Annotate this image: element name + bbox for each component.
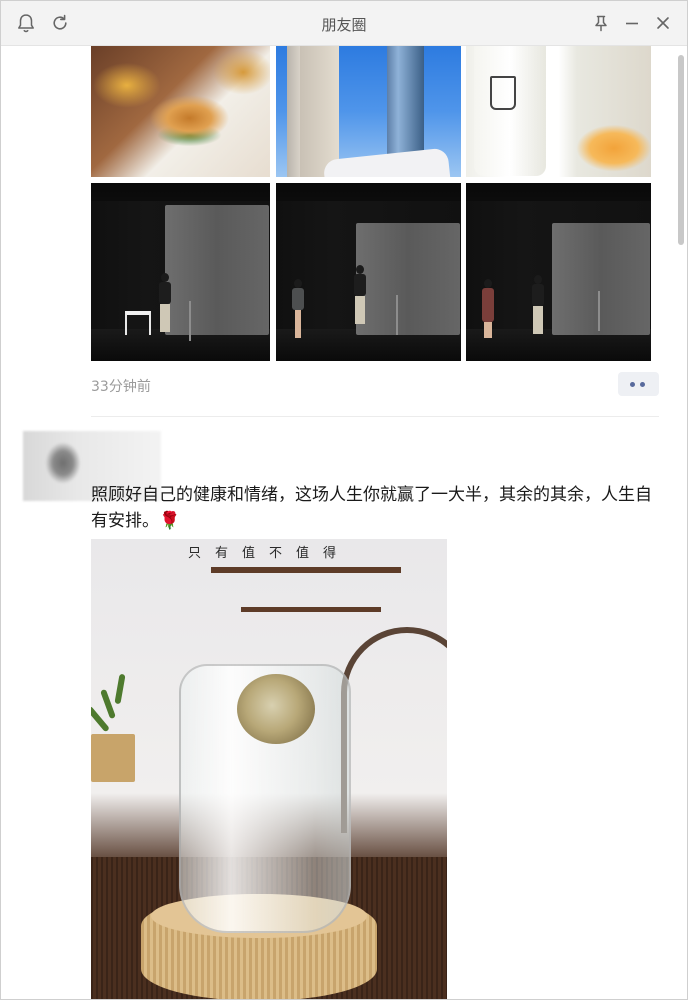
mic-stand xyxy=(189,301,191,341)
cup-logo xyxy=(490,76,516,110)
stage-photo-1[interactable] xyxy=(91,183,270,361)
performer xyxy=(480,279,496,341)
mic-stand xyxy=(396,295,398,335)
stool xyxy=(125,311,151,335)
post-divider xyxy=(91,416,659,417)
plant-leaf xyxy=(100,688,116,720)
performer xyxy=(352,265,368,327)
more-dot-icon xyxy=(640,382,645,387)
burger-fries-photo[interactable] xyxy=(91,46,270,177)
curtain xyxy=(165,205,269,335)
performer xyxy=(290,279,306,341)
title-bar: 朋友圈 xyxy=(1,1,687,46)
mic-stand xyxy=(598,291,600,331)
shelf xyxy=(241,607,381,612)
image-caption: 只有值不值得 xyxy=(187,546,350,561)
tea-glass-photo[interactable]: 只有值不值得 xyxy=(91,539,447,999)
more-actions-button[interactable] xyxy=(618,372,659,396)
stage-photo-3[interactable] xyxy=(466,183,651,361)
window-title: 朋友圈 xyxy=(321,16,367,34)
performer xyxy=(157,273,173,335)
coffee-cup-photo[interactable] xyxy=(466,46,651,177)
curtain xyxy=(552,223,650,335)
curtain xyxy=(356,223,460,335)
rose-emoji: 🌹 xyxy=(159,511,181,531)
performer xyxy=(530,275,546,337)
stage-photo-2[interactable] xyxy=(276,183,461,361)
skyscraper-photo[interactable] xyxy=(276,46,461,177)
post-text: 照顾好自己的健康和情绪，这场人生你就赢了一大半，其余的其余，人生自有安排。🌹 xyxy=(91,482,661,534)
cloud-shape xyxy=(322,147,451,177)
chrysanthemum-flower xyxy=(237,674,315,744)
scrollbar-thumb[interactable] xyxy=(678,55,684,245)
minimize-icon[interactable] xyxy=(621,12,643,34)
post-timestamp: 33分钟前 xyxy=(91,379,151,395)
pin-icon[interactable] xyxy=(590,12,612,34)
more-dot-icon xyxy=(630,382,635,387)
wooden-arch xyxy=(341,627,447,833)
scrollbar[interactable] xyxy=(677,47,685,997)
shelf xyxy=(211,567,401,573)
moments-window: 朋友圈 33分钟前 照顾好自己的健康和情绪，这场人生你就赢了一大半，其余的其余，… xyxy=(0,0,688,1000)
plant-pot xyxy=(91,734,135,782)
cup-shape xyxy=(474,46,546,176)
plant-leaf xyxy=(114,673,126,705)
close-icon[interactable] xyxy=(652,12,674,34)
